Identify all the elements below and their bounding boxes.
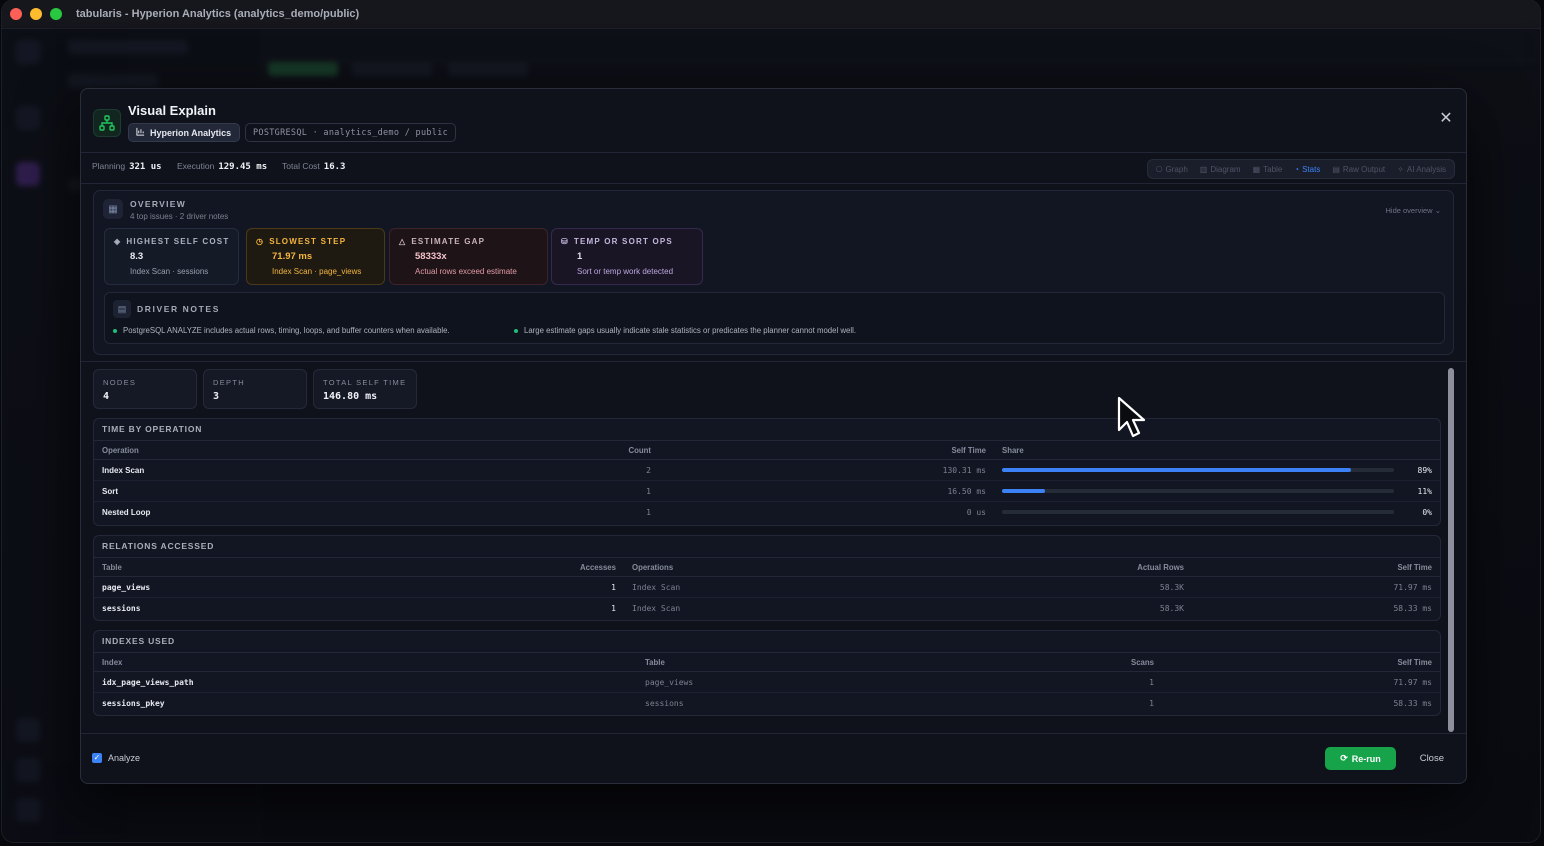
maximize-window-button[interactable] — [50, 8, 62, 20]
close-window-button[interactable] — [10, 8, 22, 20]
tab-diagram[interactable]: ▥ Diagram — [1194, 162, 1247, 176]
indexes-used-panel: INDEXES USED Index Table Scans Self Time… — [93, 630, 1441, 716]
overview-subtitle: 4 top issues · 2 driver notes — [130, 212, 229, 221]
share-bar — [1002, 510, 1394, 514]
table-row: page_views 1 Index Scan 58.3K 71.97 ms — [94, 576, 1440, 598]
time-by-operation-panel: TIME BY OPERATION Operation Count Self T… — [93, 418, 1441, 526]
table-row: sessions_pkey sessions 1 58.33 ms — [102, 698, 1432, 708]
database-badge: POSTGRESQL · analytics_demo / public — [245, 123, 457, 142]
rerun-button[interactable]: ⟳ Re-run — [1325, 747, 1396, 770]
stats-icon: ◔ — [1294, 164, 1300, 174]
check-icon: ✓ — [92, 753, 102, 763]
execution-metric: Execution 129.45 ms — [177, 161, 268, 172]
dialog-footer: ✓ Analyze ⟳ Re-run Close — [81, 733, 1466, 783]
planning-metric: Planning 321 us — [92, 161, 162, 172]
warning-icon: △ — [399, 237, 407, 246]
dialog-title: Visual Explain — [128, 103, 216, 118]
tab-graph[interactable]: ⎔ Graph — [1150, 162, 1194, 176]
bar-chart-icon — [136, 127, 145, 138]
overview-label: OVERVIEW — [130, 199, 187, 209]
overview-panel: ▦ OVERVIEW 4 top issues · 2 driver notes… — [93, 190, 1454, 355]
hierarchy-icon — [93, 109, 121, 137]
total-self-time-stat: TOTAL SELF TIME 146.80 ms — [313, 369, 417, 409]
tab-table[interactable]: ▦ Table — [1247, 162, 1289, 176]
driver-notes-label: DRIVER NOTES — [137, 304, 220, 314]
table-row: sessions 1 Index Scan 58.3K 58.33 ms — [102, 603, 1432, 613]
highest-self-cost-card: ◈ HIGHEST SELF COST 8.3 Index Scan · sess… — [104, 228, 239, 285]
nodes-stat: NODES 4 — [93, 369, 197, 409]
window-title: tabularis - Hyperion Analytics (analytic… — [76, 8, 360, 20]
sparkle-icon: ✧ — [1397, 164, 1404, 174]
dialog-header: Visual Explain Hyperion Analytics POSTGR… — [81, 89, 1466, 153]
chevron-down-icon: ⌄ — [1434, 206, 1441, 215]
driver-notes: ▤ DRIVER NOTES PostgreSQL ANALYZE includ… — [104, 292, 1445, 344]
table-row: idx_page_views_path page_views 1 71.97 ms — [94, 671, 1440, 693]
mouse-cursor-icon — [1117, 396, 1146, 438]
share-bar — [1002, 468, 1394, 472]
stats-scroll-area[interactable]: NODES 4 DEPTH 3 TOTAL SELF TIME 146.80 ms T… — [81, 361, 1466, 734]
slowest-step-card: ◷ SLOWEST STEP 71.97 ms Index Scan · page… — [246, 228, 385, 285]
notes-icon: ▤ — [113, 300, 131, 318]
grid-icon: ▦ — [103, 199, 123, 219]
indexes-table: Index Table Scans Self Time idx_page_vie… — [94, 653, 1440, 713]
cost-metric: Total Cost 16.3 — [282, 161, 346, 172]
table-row: Sort 1 16.50 ms 11% — [94, 480, 1440, 502]
tab-stats[interactable]: ◔ Stats — [1288, 162, 1326, 176]
graph-icon: ⎔ — [1155, 164, 1163, 174]
table-icon: ▦ — [1252, 164, 1261, 174]
clock-icon: ◷ — [256, 237, 265, 246]
minimize-window-button[interactable] — [30, 8, 42, 20]
file-icon: ▤ — [1332, 164, 1340, 174]
close-icon[interactable]: ✕ — [1438, 111, 1454, 127]
refresh-icon: ⟳ — [1340, 753, 1348, 763]
tab-raw-output[interactable]: ▤ Raw Output — [1326, 162, 1391, 176]
close-button[interactable]: Close — [1420, 753, 1444, 764]
view-tabs: ⎔ Graph ▥ Diagram ▦ Table ◔ Stats ▤ Raw Outpu… — [1146, 159, 1455, 179]
timing-bar: Planning 321 us Execution 129.45 ms Total … — [81, 153, 1466, 184]
driver-note: Large estimate gaps usually indicate sta… — [514, 326, 856, 335]
scrollbar-thumb[interactable] — [1448, 368, 1454, 732]
relations-accessed-panel: RELATIONS ACCESSED Table Accesses Operat… — [93, 535, 1441, 621]
estimate-gap-card: △ ESTIMATE GAP 58333x Actual rows exceed … — [389, 228, 548, 285]
relations-table: Table Accesses Operations Actual Rows Se… — [94, 558, 1440, 618]
layers-icon: ◈ — [114, 237, 122, 246]
app-window: tabularis - Hyperion Analytics (analytic… — [2, 0, 1540, 842]
database-icon: ⛁ — [561, 237, 569, 246]
connection-badge: Hyperion Analytics — [128, 123, 241, 142]
scrollbar[interactable] — [1448, 368, 1454, 732]
analyze-checkbox[interactable]: ✓ Analyze — [92, 753, 140, 763]
depth-stat: DEPTH 3 — [203, 369, 307, 409]
chart-icon: ▥ — [1199, 164, 1208, 174]
time-by-operation-table: Operation Count Self Time Share Index Sc… — [94, 441, 1440, 522]
hide-overview-button[interactable]: Hide overview ⌄ — [1386, 206, 1442, 215]
table-row: Nested Loop 1 0 us 0% — [102, 507, 1432, 517]
tab-ai-analysis[interactable]: ✧ AI Analysis — [1391, 162, 1452, 176]
table-row: Index Scan 2 130.31 ms 89% — [94, 459, 1440, 481]
temp-sort-card: ⛁ TEMP OR SORT OPS 1 Sort or temp work de… — [551, 228, 703, 285]
visual-explain-dialog: Visual Explain Hyperion Analytics POSTGR… — [80, 88, 1467, 784]
share-bar — [1002, 489, 1394, 493]
driver-note: PostgreSQL ANALYZE includes actual rows,… — [113, 326, 450, 335]
title-bar: tabularis - Hyperion Analytics (analytic… — [2, 0, 1540, 29]
